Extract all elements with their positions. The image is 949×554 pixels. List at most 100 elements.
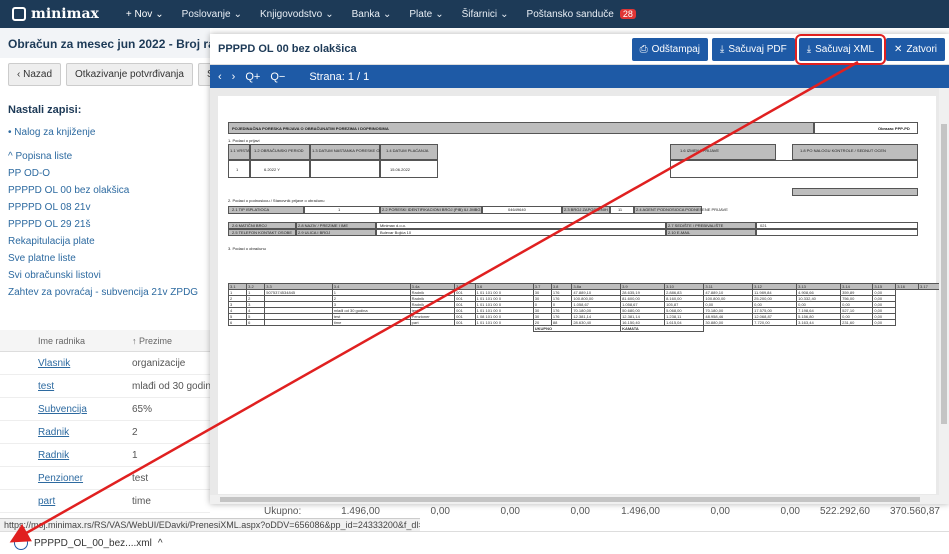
employee-name-link[interactable]: Subvencija — [0, 404, 100, 415]
logo-icon — [12, 7, 26, 21]
table-row[interactable]: Radnik 2 — [0, 421, 210, 444]
nav-item-banka[interactable]: Banka ⌄ — [343, 9, 401, 20]
print-button[interactable]: ⎙ Odštampaj — [631, 37, 708, 61]
employee-name-link[interactable]: Radnik — [0, 427, 100, 438]
table-row: 6 6 time part 001 1 01 101 00 0 20 88 28.630,40 1… — [227, 319, 942, 326]
nav-item-postansko-sanduce[interactable]: Poštansko sanduče 28 — [518, 9, 645, 20]
page-indicator: Strana: 1 / 1 — [309, 70, 370, 83]
employee-surname: organizacije — [132, 357, 186, 369]
chevron-up-icon[interactable]: ^ — [158, 538, 163, 549]
sidebar-item-pp-od-o[interactable]: PP OD-O — [0, 165, 210, 182]
employee-surname: mlađi od 30 godina — [132, 380, 210, 392]
nav-item-sifarnici[interactable]: Šifarnici ⌄ — [453, 9, 518, 20]
nav-item-new[interactable]: + Nov ⌄ — [117, 9, 173, 20]
download-bar: PPPPD_OL_00_bez....xml ^ — [0, 531, 949, 554]
total-value: 0,00 — [780, 505, 800, 517]
download-icon: ⤓ — [719, 43, 725, 55]
page-toolbar: ‹ Nazad Otkazivanje potvrđivanja Sla — [0, 58, 231, 90]
employee-table-header: Ime radnika ↑ Prezime — [0, 330, 210, 352]
chevron-down-icon: ⌄ — [325, 8, 334, 20]
employee-surname: 2 — [132, 426, 138, 438]
vertical-scrollbar[interactable] — [939, 88, 949, 504]
close-icon: ✕ — [894, 43, 903, 55]
download-progress-icon — [14, 536, 28, 550]
chevron-down-icon: ⌄ — [500, 8, 509, 20]
viewer-toolbar: ‹ › Q+ Q− Strana: 1 / 1 — [210, 65, 949, 88]
sidebar-section-lists[interactable]: ^ Popisna liste — [0, 141, 210, 165]
table-cell: 0,00 — [872, 319, 897, 326]
sidebar-item-refund[interactable]: Zahtev za povraćaj - subvencija 21v ZPDG — [0, 284, 210, 301]
records-header: Nastali zapisi: — [8, 104, 82, 116]
nav-item-knjigovodstvo[interactable]: Knjigovodstvo ⌄ — [251, 9, 343, 20]
table-row[interactable]: part time — [0, 490, 210, 513]
form-obrazac: Obrazac PPP-PD — [878, 126, 910, 131]
total-value: 0,00 — [570, 505, 590, 517]
total-value: 1.496,00 — [621, 505, 660, 517]
page-title: Obračun za mesec jun 2022 - Broj radnika… — [0, 28, 210, 58]
sidebar-item-ppppd-ol-08[interactable]: PPPPD OL 08 21v — [0, 199, 210, 216]
employee-name-link[interactable]: test — [0, 381, 100, 392]
employee-name-link[interactable]: part — [0, 496, 100, 507]
table-cell: 30.880,00 — [703, 319, 754, 326]
sidebar-item-posting[interactable]: • Nalog za knjiženje — [0, 124, 210, 141]
table-row[interactable]: Penzioner test — [0, 467, 210, 490]
top-navigation: minimax + Nov ⌄ Poslovanje ⌄ Knjigovodstvo… — [0, 0, 949, 28]
chevron-down-icon: ⌄ — [233, 8, 242, 20]
document-viewport[interactable]: POJEDINAČNA PORESKA PRIJAVA O OBRAČUNATI… — [210, 88, 949, 504]
sort-icon: ↑ — [132, 335, 140, 346]
employee-surname: time — [132, 495, 151, 507]
sidebar-item-recap[interactable]: Rekapitulacija plate — [0, 233, 210, 250]
kamata-label: KAMATA — [620, 325, 705, 332]
status-url: https://moj.minimax.rs/RS/VAS/WebUI/EDav… — [0, 518, 420, 531]
printer-icon: ⎙ — [639, 43, 648, 55]
next-page-icon[interactable]: › — [232, 71, 236, 83]
total-value: 1.496,00 — [341, 505, 380, 517]
cancel-confirmation-button[interactable]: Otkazivanje potvrđivanja — [66, 62, 193, 86]
chevron-down-icon: ⌄ — [435, 8, 444, 20]
save-xml-button[interactable]: ⤓ Sačuvaj XML — [794, 33, 887, 65]
total-value: 370.560,87 — [889, 505, 940, 517]
total-value: 0,00 — [710, 505, 730, 517]
prev-page-icon[interactable]: ‹ — [218, 71, 222, 83]
employee-name-link[interactable]: Vlasnik — [0, 358, 100, 369]
sidebar-item-ppppd-ol-00[interactable]: PPPPD OL 00 bez olakšica — [0, 182, 210, 199]
report-viewer-modal: PPPPD OL 00 bez olakšica ⎙ Odštampaj ⤓ Sač… — [210, 33, 949, 504]
total-label: UKUPNO — [532, 325, 622, 332]
calculation-table: 3.1 3.2 3.3 3.4 3.4a 3.5 3.6 3.7 3.8 3.8a 3.9 3.10 3… — [227, 283, 942, 332]
close-button[interactable]: ✕ Zatvori — [886, 37, 945, 61]
table-row[interactable]: test mlađi od 30 godina — [0, 375, 210, 398]
horizontal-scrollbar[interactable] — [210, 495, 939, 504]
zoom-in-icon[interactable]: Q+ — [245, 71, 260, 83]
table-row[interactable]: Subvencija 65% — [0, 398, 210, 421]
sidebar-item-calc-sheets[interactable]: Svi obračunski listovi — [0, 267, 210, 284]
back-button[interactable]: ‹ Nazad — [8, 62, 62, 86]
save-pdf-button[interactable]: ⤓ Sačuvaj PDF — [711, 37, 795, 61]
modal-title: PPPPD OL 00 bez olakšica — [218, 43, 357, 55]
table-cell: 7.720,00 — [752, 319, 798, 326]
table-cell: 3.163,44 — [796, 319, 842, 326]
sidebar: Nastali zapisi: • Nalog za knjiženje ^ P… — [0, 96, 210, 301]
nav-item-poslovanje[interactable]: Poslovanje ⌄ — [173, 9, 251, 20]
nav-item-plate[interactable]: Plate ⌄ — [400, 9, 452, 20]
total-value: 0,00 — [430, 505, 450, 517]
employee-name-link[interactable]: Radnik — [0, 450, 100, 461]
total-value: 522.292,60 — [819, 505, 870, 517]
employee-surname: 65% — [132, 403, 153, 415]
sidebar-item-ppppd-ol-29[interactable]: PPPPD OL 29 21š — [0, 216, 210, 233]
minimax-logo[interactable]: minimax — [0, 6, 117, 22]
totals-row: Ukupno: 1.496,00 0,00 0,00 0,00 1.496,00 0,00… — [264, 505, 940, 517]
download-filename[interactable]: PPPPD_OL_00_bez....xml — [34, 538, 152, 549]
zoom-out-icon[interactable]: Q− — [270, 71, 285, 83]
table-row[interactable]: Vlasnik organizacije — [0, 352, 210, 375]
sidebar-item-payslips[interactable]: Sve platne liste — [0, 250, 210, 267]
chevron-down-icon: ⌄ — [155, 8, 164, 20]
total-row: UKUPNO KAMATA — [229, 325, 942, 332]
form-header: POJEDINAČNA PORESKA PRIJAVA O OBRAČUNATI… — [232, 126, 389, 131]
chevron-down-icon: ⌄ — [383, 8, 392, 20]
employee-surname: 1 — [132, 449, 138, 461]
employee-surname: test — [132, 472, 149, 484]
table-row[interactable]: Radnik 1 — [0, 444, 210, 467]
download-icon: ⤓ — [806, 43, 812, 55]
table-cell: 231,60 — [840, 319, 874, 326]
employee-name-link[interactable]: Penzioner — [0, 473, 100, 484]
